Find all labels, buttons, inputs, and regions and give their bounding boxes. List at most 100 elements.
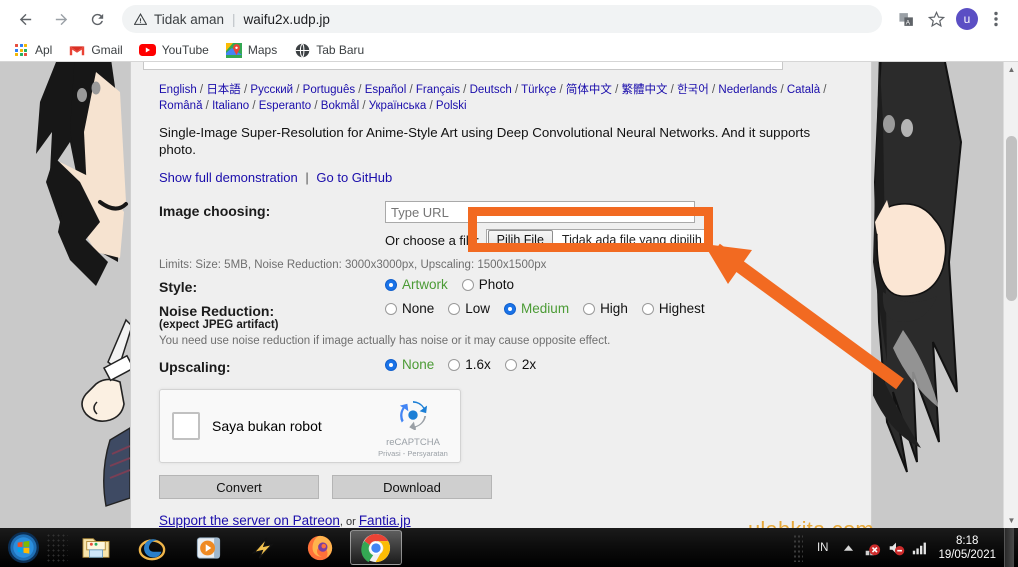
convert-button[interactable]: Convert bbox=[159, 475, 319, 499]
show-desktop-button[interactable] bbox=[1004, 528, 1014, 567]
language-separator: / bbox=[511, 84, 522, 96]
language-link[interactable]: Nederlands bbox=[718, 84, 777, 96]
taskbar-clock[interactable]: 8:18 19/05/2021 bbox=[938, 534, 996, 562]
github-link[interactable]: Go to GitHub bbox=[316, 170, 392, 185]
noise-option-0[interactable]: None bbox=[385, 301, 434, 316]
taskbar-item-file-explorer[interactable] bbox=[70, 530, 122, 565]
language-link[interactable]: Português bbox=[303, 84, 355, 96]
kebab-menu-icon[interactable] bbox=[982, 5, 1010, 33]
recaptcha-logo-icon bbox=[399, 400, 428, 431]
radio-dot-icon[interactable] bbox=[385, 302, 397, 315]
winamp-icon bbox=[251, 536, 275, 559]
taskbar-item-winamp[interactable] bbox=[238, 530, 290, 565]
radio-label: 1.6x bbox=[465, 357, 491, 372]
radio-dot-icon[interactable] bbox=[504, 302, 517, 315]
language-link[interactable]: English bbox=[159, 84, 197, 96]
page-tagline: Single-Image Super-Resolution for Anime-… bbox=[159, 125, 811, 157]
taskbar-item-media-player[interactable] bbox=[182, 530, 234, 565]
taskbar-item-google-chrome[interactable] bbox=[350, 530, 402, 565]
language-link[interactable]: 日本語 bbox=[206, 84, 241, 96]
file-input[interactable]: Pilih File Tidak ada file yang dipilih bbox=[485, 229, 711, 251]
radio-dot-icon[interactable] bbox=[583, 302, 596, 315]
choose-file-button[interactable]: Pilih File bbox=[487, 230, 553, 250]
star-icon[interactable] bbox=[922, 5, 950, 33]
language-link[interactable]: Polski bbox=[436, 100, 467, 112]
radio-label: Low bbox=[465, 301, 491, 316]
fantia-link[interactable]: Fantia.jp bbox=[359, 513, 411, 528]
terms-link[interactable]: Persyaratan bbox=[407, 449, 447, 458]
scroll-down-arrow-icon[interactable]: ▼ bbox=[1004, 513, 1018, 528]
volume-muted-icon[interactable] bbox=[884, 536, 908, 560]
bookmark-youtube[interactable]: YouTube bbox=[137, 39, 217, 61]
reload-icon[interactable] bbox=[82, 4, 112, 34]
upscaling-option-0[interactable]: None bbox=[385, 357, 434, 372]
download-button[interactable]: Download bbox=[332, 475, 492, 499]
language-link[interactable]: Bokmål bbox=[321, 100, 359, 112]
upscaling-option-1[interactable]: 1.6x bbox=[448, 357, 491, 372]
radio-label: Photo bbox=[478, 277, 515, 292]
scroll-up-arrow-icon[interactable]: ▲ bbox=[1004, 62, 1018, 77]
language-link[interactable]: 简体中文 bbox=[566, 84, 612, 96]
radio-dot-icon[interactable] bbox=[448, 302, 461, 315]
action-buttons: Convert Download bbox=[159, 475, 859, 499]
taskbar-item-internet-explorer[interactable] bbox=[126, 530, 178, 565]
forward-arrow-icon[interactable] bbox=[46, 4, 76, 34]
noise-option-3[interactable]: High bbox=[583, 301, 628, 316]
language-link[interactable]: Română bbox=[159, 100, 202, 112]
bookmark-new-tab[interactable]: Tab Baru bbox=[291, 39, 372, 61]
address-bar[interactable]: Tidak aman | waifu2x.udp.jp bbox=[122, 5, 882, 33]
signal-bars-icon[interactable] bbox=[908, 536, 932, 560]
chevron-up-icon[interactable] bbox=[836, 536, 860, 560]
avatar[interactable]: u bbox=[956, 8, 978, 30]
scrollbar-thumb[interactable] bbox=[1006, 136, 1017, 301]
style-option-1[interactable]: Photo bbox=[461, 277, 515, 292]
language-link[interactable]: 한국어 bbox=[677, 84, 709, 96]
radio-dot-icon[interactable] bbox=[448, 358, 461, 371]
radio-dot-icon[interactable] bbox=[641, 302, 654, 315]
style-option-0[interactable]: Artwork bbox=[385, 277, 448, 292]
language-link[interactable]: Esperanto bbox=[259, 100, 311, 112]
bookmark-maps[interactable]: Maps bbox=[223, 39, 285, 61]
privacy-link[interactable]: Privasi bbox=[378, 449, 401, 458]
waifu2x-form: English / 日本語 / Русский / Português / Es… bbox=[159, 82, 859, 528]
show-demo-link[interactable]: Show full demonstration bbox=[159, 170, 298, 185]
language-link[interactable]: Русский bbox=[250, 84, 293, 96]
language-link[interactable]: Türkçe bbox=[521, 84, 556, 96]
system-tray: IN 8:18 19/05/2021 bbox=[792, 528, 1018, 567]
radio-dot-icon[interactable] bbox=[385, 278, 397, 291]
radio-label: None bbox=[402, 301, 435, 316]
recaptcha-checkbox[interactable] bbox=[172, 412, 200, 440]
language-link[interactable]: Українська bbox=[369, 100, 427, 112]
page-scrollbar[interactable]: ▲ ▼ bbox=[1003, 62, 1018, 528]
language-indicator[interactable]: IN bbox=[817, 542, 829, 554]
language-link[interactable]: Español bbox=[365, 84, 407, 96]
language-link[interactable]: 繁體中文 bbox=[621, 84, 667, 96]
bookmark-gmail[interactable]: Gmail bbox=[66, 39, 130, 61]
translate-icon[interactable]: A bbox=[892, 5, 920, 33]
language-link[interactable]: Deutsch bbox=[470, 84, 512, 96]
legal-separator: - bbox=[402, 449, 406, 458]
back-arrow-icon[interactable] bbox=[10, 4, 40, 34]
network-error-icon[interactable] bbox=[860, 536, 884, 560]
language-link[interactable]: Italiano bbox=[212, 100, 249, 112]
windows-start-orb-icon[interactable] bbox=[0, 529, 46, 566]
noise-option-1[interactable]: Low bbox=[448, 301, 490, 316]
radio-dot-icon[interactable] bbox=[504, 358, 517, 371]
patreon-link[interactable]: Support the server on Patreon bbox=[159, 513, 340, 528]
style-radio-group: Artwork Photo bbox=[385, 277, 859, 292]
noise-option-4[interactable]: Highest bbox=[641, 301, 705, 316]
language-separator: / bbox=[311, 100, 321, 112]
language-link[interactable]: Français bbox=[416, 84, 460, 96]
bookmark-label: YouTube bbox=[161, 43, 209, 57]
upscaling-option-2[interactable]: 2x bbox=[504, 357, 536, 372]
radio-dot-icon[interactable] bbox=[461, 278, 474, 291]
clipped-top-element bbox=[143, 62, 783, 70]
bookmark-apps[interactable]: Apl bbox=[10, 39, 60, 61]
noise-option-2[interactable]: Medium bbox=[504, 301, 569, 316]
taskbar-item-firefox[interactable] bbox=[294, 530, 346, 565]
tray-grip bbox=[792, 533, 803, 562]
recaptcha-widget[interactable]: Saya bukan robot reCAPTCHA Privasi - Per… bbox=[159, 389, 461, 463]
url-input[interactable] bbox=[385, 201, 695, 223]
language-link[interactable]: Català bbox=[787, 84, 820, 96]
radio-dot-icon[interactable] bbox=[385, 358, 397, 371]
